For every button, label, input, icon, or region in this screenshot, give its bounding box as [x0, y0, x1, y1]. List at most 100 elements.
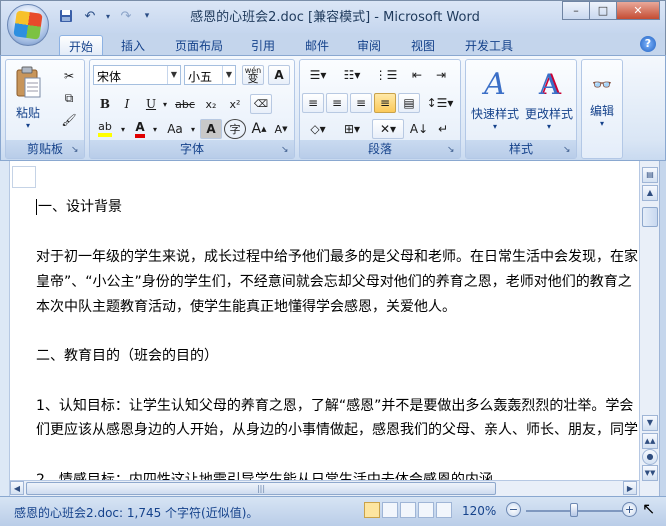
maximize-button[interactable]: □: [589, 1, 617, 20]
close-button[interactable]: ✕: [616, 1, 660, 20]
customize-qat-icon[interactable]: ▾: [140, 7, 154, 25]
doc-line[interactable]: 皇帝”、“小公主”身份的学生们，不经意间就会忘却父母对他们的养育之恩，老师对他们…: [36, 271, 632, 291]
strikethrough-button[interactable]: abc: [174, 94, 196, 114]
horizontal-scrollbar[interactable]: ◀ ||| ▶: [10, 480, 639, 496]
sort-icon[interactable]: A↓: [408, 119, 430, 139]
office-button[interactable]: [7, 4, 49, 46]
ruler-toggle-icon[interactable]: ▤: [642, 167, 658, 183]
scroll-left-icon[interactable]: ◀: [10, 481, 24, 495]
numbering-icon[interactable]: ☷▾: [336, 65, 368, 85]
tab-home[interactable]: 开始: [59, 35, 103, 55]
highlight-button[interactable]: ab: [92, 119, 118, 139]
web-layout-view-icon[interactable]: [400, 502, 416, 518]
tab-review[interactable]: 审阅: [347, 35, 391, 55]
previous-page-icon[interactable]: ▲▲: [642, 433, 658, 449]
change-case-dropdown-icon[interactable]: ▾: [188, 119, 198, 139]
shrink-font-button[interactable]: A ▼: [270, 119, 292, 139]
vertical-scrollbar[interactable]: ▤ ▲ ▼ ▲▲ ● ▼▼: [639, 161, 659, 496]
enclose-characters-button[interactable]: 字: [224, 119, 246, 139]
styles-launcher-icon[interactable]: ↘: [563, 145, 573, 155]
justify-icon[interactable]: ≡: [374, 93, 396, 113]
draft-view-icon[interactable]: [436, 502, 452, 518]
doc-line[interactable]: 1、认知目标：让学生认知父母的养育之恩，了解“感恩”并不是要做出多么轰轰烈烈的壮…: [36, 395, 633, 415]
character-shading-button[interactable]: A: [200, 119, 222, 139]
bullets-icon[interactable]: ☰▾: [302, 65, 334, 85]
font-launcher-icon[interactable]: ↘: [281, 145, 291, 155]
font-name-combo[interactable]: 宋体 ▼: [93, 65, 181, 85]
underline-button[interactable]: U: [140, 94, 162, 114]
align-left-icon[interactable]: ≡: [302, 93, 324, 113]
doc-line[interactable]: 一、设计背景: [36, 196, 122, 216]
print-layout-view-icon[interactable]: [364, 502, 380, 518]
doc-line[interactable]: 本次中队主题教育活动，使学生能真正地懂得学会感恩，关爱他人。: [36, 296, 456, 316]
font-color-button[interactable]: A: [130, 119, 150, 139]
italic-button[interactable]: I: [116, 94, 138, 114]
change-case-button[interactable]: Aa: [162, 119, 188, 139]
distributed-icon[interactable]: ▤: [398, 93, 420, 113]
tab-page-layout[interactable]: 页面布局: [167, 35, 231, 55]
zoom-slider-knob[interactable]: [570, 503, 578, 517]
tab-references[interactable]: 引用: [241, 35, 285, 55]
font-name-dropdown-icon[interactable]: ▼: [167, 66, 180, 84]
quick-styles-button[interactable]: A 快速样式 ▾: [468, 64, 522, 136]
tab-view[interactable]: 视图: [401, 35, 445, 55]
next-page-icon[interactable]: ▼▼: [642, 465, 658, 481]
select-browse-object-icon[interactable]: ●: [642, 449, 658, 465]
minimize-button[interactable]: –: [562, 1, 590, 20]
tab-insert[interactable]: 插入: [111, 35, 155, 55]
undo-icon[interactable]: ↶: [80, 7, 100, 25]
bold-button[interactable]: B: [94, 94, 116, 114]
clipboard-launcher-icon[interactable]: ↘: [71, 145, 81, 155]
clear-formatting-icon[interactable]: ⌫: [250, 94, 272, 114]
grow-font-button[interactable]: A ▲: [248, 119, 270, 139]
shading-icon[interactable]: ◇▾: [302, 119, 334, 139]
cut-icon[interactable]: ✂: [58, 66, 80, 86]
zoom-in-button[interactable]: +: [622, 502, 637, 517]
character-border-button[interactable]: A: [268, 65, 290, 85]
zoom-level[interactable]: 120%: [462, 504, 496, 518]
undo-dropdown-icon[interactable]: ▾: [104, 7, 112, 25]
doc-line[interactable]: 们更应该从感恩身边的人开始，从身边的小事情做起，感恩我们的父母、亲人、师长、朋友…: [36, 419, 638, 439]
show-marks-icon[interactable]: ↵: [432, 119, 454, 139]
paragraph-launcher-icon[interactable]: ↘: [447, 145, 457, 155]
decrease-indent-icon[interactable]: ⇤: [406, 65, 428, 85]
copy-icon[interactable]: ⧉: [58, 88, 80, 108]
align-right-icon[interactable]: ≡: [350, 93, 372, 113]
outline-view-icon[interactable]: [418, 502, 434, 518]
scroll-up-icon[interactable]: ▲: [642, 185, 658, 201]
multilevel-list-icon[interactable]: ⋮☰: [370, 65, 402, 85]
window-controls: – □ ✕: [562, 1, 660, 20]
redo-icon[interactable]: ↷: [116, 7, 136, 25]
subscript-button[interactable]: x₂: [200, 94, 222, 114]
align-center-icon[interactable]: ≡: [326, 93, 348, 113]
horizontal-scroll-thumb[interactable]: |||: [26, 482, 496, 495]
scroll-down-icon[interactable]: ▼: [642, 415, 658, 431]
vertical-scroll-thumb[interactable]: [642, 207, 658, 227]
full-screen-reading-view-icon[interactable]: [382, 502, 398, 518]
save-icon[interactable]: [56, 7, 76, 25]
doc-line[interactable]: 2、情感目标：内四性这让地需引导学生能从日常生活中去体会感恩的内涵。: [36, 469, 507, 480]
underline-dropdown-icon[interactable]: ▾: [160, 94, 170, 114]
line-spacing-icon[interactable]: ↕☰▾: [424, 93, 456, 113]
scroll-right-icon[interactable]: ▶: [623, 481, 637, 495]
paste-button[interactable]: 粘贴 ▾: [10, 64, 46, 132]
font-color-dropdown-icon[interactable]: ▾: [150, 119, 160, 139]
phonetic-guide-button[interactable]: wén 变: [242, 65, 264, 85]
font-size-combo[interactable]: 小五 ▼: [184, 65, 236, 85]
doc-line[interactable]: 对于初一年级的学生来说，成长过程中给予他们最多的是父母和老师。在日常生活中会发现…: [36, 246, 652, 266]
format-painter-icon[interactable]: 🖌: [58, 110, 80, 130]
change-styles-button[interactable]: A 更改样式 ▾: [522, 64, 576, 136]
highlight-dropdown-icon[interactable]: ▾: [118, 119, 128, 139]
help-icon[interactable]: ?: [640, 36, 656, 52]
editing-button[interactable]: 👓 编辑 ▾: [584, 66, 620, 136]
word-count-status[interactable]: 感恩的心班会2.doc: 1,745 个字符(近似值)。: [14, 504, 258, 521]
zoom-out-button[interactable]: −: [506, 502, 521, 517]
chinese-layout-icon[interactable]: ✕▾: [372, 119, 404, 139]
superscript-button[interactable]: x²: [224, 94, 246, 114]
increase-indent-icon[interactable]: ⇥: [430, 65, 452, 85]
font-size-dropdown-icon[interactable]: ▼: [222, 66, 235, 84]
tab-developer[interactable]: 开发工具: [457, 35, 521, 55]
borders-icon[interactable]: ⊞▾: [336, 119, 368, 139]
tab-mailings[interactable]: 邮件: [295, 35, 339, 55]
doc-heading-2[interactable]: 二、教育目的（班会的目的）: [36, 345, 218, 365]
